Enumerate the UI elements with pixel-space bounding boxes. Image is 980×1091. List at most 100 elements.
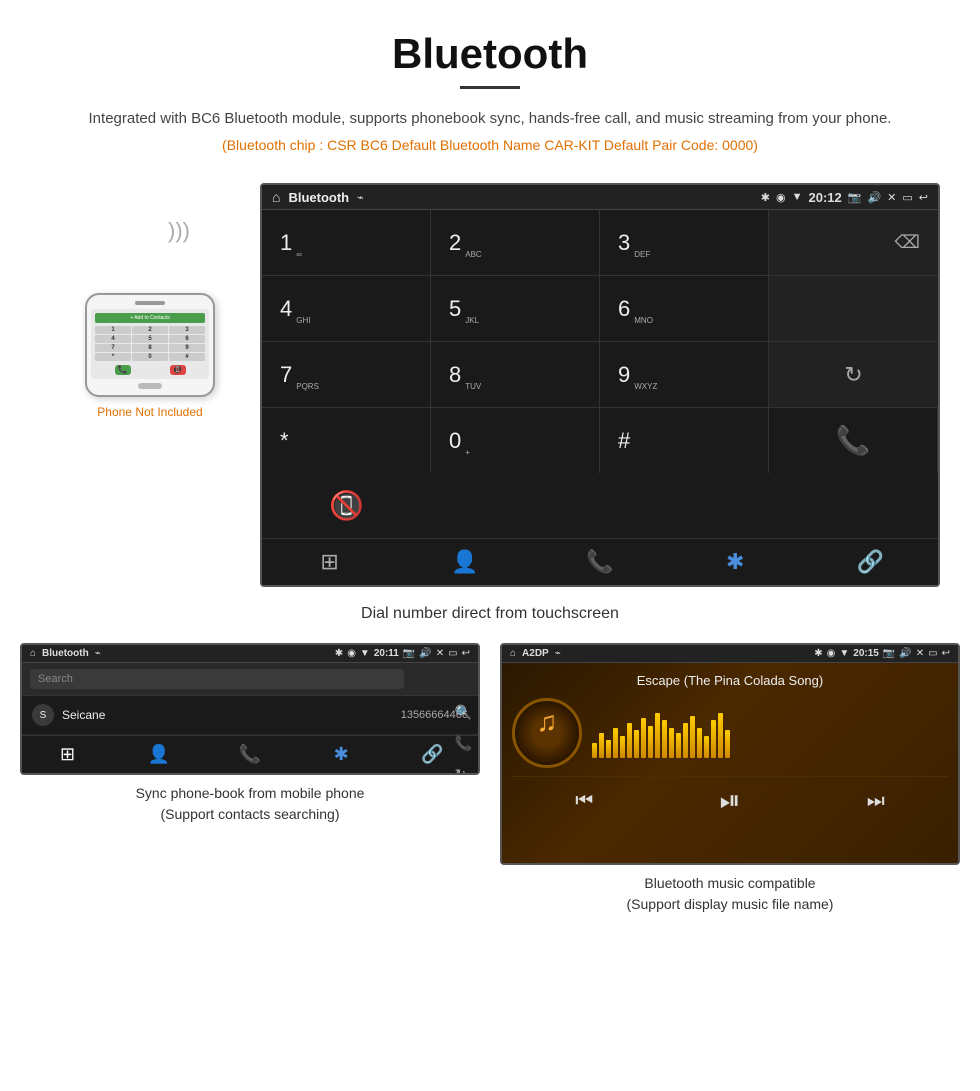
main-screenshot-area: ␱ ))) + Add to Contacts 1 2 3 4 5 6 <box>0 183 980 587</box>
search-input[interactable]: Search <box>30 669 404 689</box>
page-header: Bluetooth Integrated with BC6 Bluetooth … <box>0 0 980 183</box>
dial-key-6[interactable]: 6 MNO <box>600 276 769 341</box>
usb-icon: ⌁ <box>357 191 364 204</box>
side-call-icon[interactable]: 📞 <box>455 735 472 752</box>
music-song-title: Escape (The Pina Colada Song) <box>637 673 823 688</box>
nav-calls-button[interactable]: 📞 <box>532 549 667 575</box>
phone-speaker <box>135 301 165 305</box>
android-bottom-nav: ⊞ 👤 📞 ✱ 🔗 <box>262 538 938 585</box>
signal-arcs-icon: ))) <box>168 218 190 244</box>
pb-time: 20:11 <box>374 648 399 659</box>
music-content-area: Escape (The Pina Colada Song) ♫ ␱ <box>502 663 958 863</box>
volume-icon: 🔊 <box>867 191 881 204</box>
phone-top-bar <box>91 301 209 305</box>
phonebook-search-area: Search <box>22 663 478 696</box>
play-pause-button[interactable]: ⏯ <box>720 785 741 817</box>
pb-camera-icon: 📷 <box>403 648 415 659</box>
ms-usb-icon: ⌁ <box>555 648 561 659</box>
contact-avatar: S <box>32 704 54 726</box>
music-section: ⌂ A2DP ⌁ ✱ ◉ ▼ 20:15 📷 🔊 ✕ ▭ ↩ <box>500 643 960 915</box>
side-reload-icon[interactable]: ↻ <box>455 766 472 775</box>
ms-vol-icon: 🔊 <box>899 648 911 659</box>
music-caption: Bluetooth music compatible(Support displ… <box>500 873 960 915</box>
viz-bar <box>627 723 632 758</box>
dial-row-2: 4 GHI 5 JKL 6 MNO <box>262 276 938 342</box>
dial-key-2[interactable]: 2 ABC <box>431 210 600 275</box>
reload-button[interactable]: ↻ <box>769 342 938 407</box>
phone-key-2: 2 <box>132 326 168 334</box>
status-time: 20:12 <box>809 190 842 205</box>
phone-screen: + Add to Contacts 1 2 3 4 5 6 7 8 9 * 0 … <box>91 309 209 379</box>
viz-bar <box>648 726 653 758</box>
viz-bar <box>613 728 618 758</box>
backspace-button[interactable]: ⌫ <box>769 210 938 275</box>
back-icon: ↩ <box>919 191 928 204</box>
contact-name: Seicane <box>62 708 401 722</box>
bottom-screenshots-area: ⌂ Bluetooth ⌁ ✱ ◉ ▼ 20:11 📷 🔊 ✕ ▭ ↩ <box>0 643 980 915</box>
nav-dialpad-button[interactable]: ⊞ <box>262 549 397 575</box>
call-red-button[interactable]: 📵 <box>262 473 431 538</box>
dial-key-5[interactable]: 5 JKL <box>431 276 600 341</box>
dial-key-hash[interactable]: # <box>600 408 769 473</box>
prev-track-button[interactable]: ⏮ <box>575 790 593 813</box>
main-caption: Dial number direct from touchscreen <box>0 597 980 643</box>
pb-nav-calls[interactable]: 📞 <box>204 744 295 765</box>
pb-close-icon: ✕ <box>436 648 444 659</box>
phone-key-1: 1 <box>95 326 131 334</box>
viz-bar <box>683 723 688 758</box>
dial-key-3[interactable]: 3 DEF <box>600 210 769 275</box>
pb-home-icon: ⌂ <box>30 648 36 659</box>
ms-loc-icon: ◉ <box>827 648 836 659</box>
dial-key-star[interactable]: * <box>262 408 431 473</box>
pb-nav-bluetooth[interactable]: ✱ <box>296 744 387 765</box>
phonebook-section: ⌂ Bluetooth ⌁ ✱ ◉ ▼ 20:11 📷 🔊 ✕ ▭ ↩ <box>20 643 480 915</box>
viz-bar <box>711 720 716 758</box>
phonebook-bottom-nav: ⊞ 👤 📞 ✱ 🔗 <box>22 735 478 773</box>
android-main-screen: ⌂ Bluetooth ⌁ ✱ ◉ ▼ 20:12 📷 🔊 ✕ ▭ ↩ <box>260 183 940 587</box>
nav-bluetooth-button[interactable]: ✱ <box>668 549 803 575</box>
music-center-area: ♫ ␱ <box>512 698 948 768</box>
pb-nav-dialpad[interactable]: ⊞ <box>22 744 113 765</box>
side-search-icon[interactable]: 🔍 <box>455 704 472 721</box>
viz-bar <box>655 713 660 758</box>
call-green-button[interactable]: 📞 <box>769 408 938 473</box>
ms-signal-icon: ▼ <box>839 648 849 659</box>
ms-back-icon: ↩ <box>942 648 950 659</box>
bluetooth-icon-wrap: ␱ ))) <box>110 213 190 283</box>
nav-contacts-button[interactable]: 👤 <box>397 549 532 575</box>
side-icons: 🔍 📞 ↻ <box>455 704 472 775</box>
music-screen: ⌂ A2DP ⌁ ✱ ◉ ▼ 20:15 📷 🔊 ✕ ▭ ↩ <box>500 643 960 865</box>
page-subtitle: Integrated with BC6 Bluetooth module, su… <box>20 107 960 131</box>
title-underline <box>460 86 520 89</box>
dial-key-0[interactable]: 0 + <box>431 408 600 473</box>
phonebook-caption: Sync phone-book from mobile phone(Suppor… <box>20 783 480 825</box>
album-art: ♫ ␱ <box>512 698 582 768</box>
next-track-button[interactable]: ⏭ <box>867 790 885 813</box>
dial-key-4[interactable]: 4 GHI <box>262 276 431 341</box>
music-note-icon: ♫ <box>537 706 558 738</box>
phone-add-contact-label: + Add to Contacts <box>95 313 205 323</box>
viz-bar <box>592 743 597 758</box>
music-controls: ⏮ ⏯ ⏭ <box>512 776 948 821</box>
dial-key-7[interactable]: 7 PQRS <box>262 342 431 407</box>
nav-link-button[interactable]: 🔗 <box>803 549 938 575</box>
phone-not-included-label: Phone Not Included <box>97 405 202 419</box>
viz-bar <box>634 730 639 758</box>
phone-mockup: + Add to Contacts 1 2 3 4 5 6 7 8 9 * 0 … <box>85 293 215 397</box>
viz-bar <box>718 713 723 758</box>
android-status-bar: ⌂ Bluetooth ⌁ ✱ ◉ ▼ 20:12 📷 🔊 ✕ ▭ ↩ <box>262 185 938 210</box>
pb-loc-icon: ◉ <box>347 648 356 659</box>
bluetooth-music-icon: ␱ <box>537 738 558 761</box>
phonebook-area: S Seicane 13566664466 🔍 📞 ↻ <box>22 696 478 735</box>
phone-key-3: 3 <box>169 326 205 334</box>
music-visualizer <box>592 708 948 758</box>
page-title: Bluetooth <box>20 30 960 78</box>
pb-nav-contacts[interactable]: 👤 <box>113 744 204 765</box>
contact-entry[interactable]: S Seicane 13566664466 <box>22 696 478 735</box>
dial-key-9[interactable]: 9 WXYZ <box>600 342 769 407</box>
phone-section: ␱ ))) + Add to Contacts 1 2 3 4 5 6 <box>40 183 260 419</box>
dial-key-8[interactable]: 8 TUV <box>431 342 600 407</box>
dial-key-1[interactable]: 1 ∞ <box>262 210 431 275</box>
viz-bar <box>641 718 646 758</box>
dialpad-display: 1 ∞ 2 ABC 3 DEF ⌫ 4 GHI 5 JKL 6 MNO 7 PQ… <box>262 210 938 538</box>
